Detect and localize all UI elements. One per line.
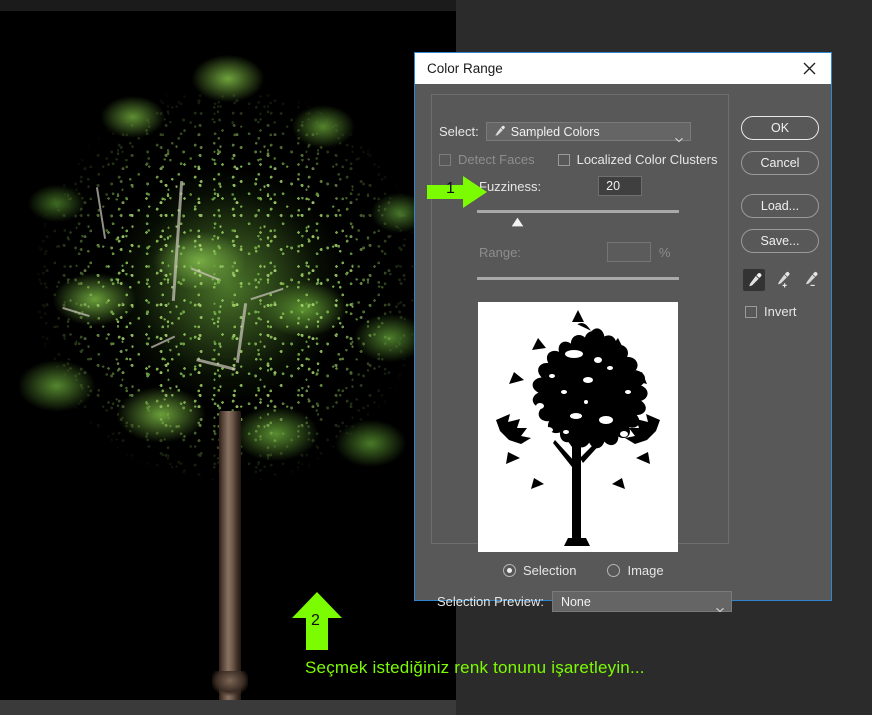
range-slider	[477, 275, 679, 289]
eyedropper-add-icon[interactable]	[771, 269, 793, 291]
fuzziness-slider-track	[477, 210, 679, 213]
select-label: Select:	[439, 124, 479, 139]
load-button[interactable]: Load...	[741, 194, 819, 218]
color-range-dialog: Color Range Select: Sampled Colors Detec…	[414, 52, 832, 612]
image-canvas[interactable]	[0, 11, 456, 700]
range-slider-track	[477, 277, 679, 280]
range-input	[606, 242, 651, 262]
close-icon[interactable]	[787, 53, 831, 84]
range-row: Range: %	[479, 242, 670, 262]
selection-preview-row: Selection Preview: None	[437, 591, 732, 612]
tree-photograph	[0, 11, 456, 700]
ok-button[interactable]: OK	[741, 116, 819, 140]
fuzziness-slider-handle[interactable]	[511, 214, 524, 227]
annotation-caption: Seçmek istediğiniz renk tonunu işaretley…	[305, 658, 645, 677]
save-button[interactable]: Save...	[741, 229, 819, 253]
annotation-arrow-1-number: 1	[446, 180, 455, 197]
select-dropdown[interactable]: Sampled Colors	[485, 122, 691, 142]
fuzziness-label: Fuzziness:	[479, 178, 542, 194]
selection-preview-dropdown[interactable]: None	[551, 591, 732, 612]
detect-faces-checkbox	[439, 153, 451, 166]
tree-trunk-base	[212, 671, 248, 700]
selection-radio-label: Selection	[523, 563, 577, 578]
range-unit: %	[658, 244, 671, 260]
selection-preview-value: None	[560, 594, 591, 609]
invert-checkbox[interactable]	[745, 305, 757, 318]
chevron-down-icon	[716, 599, 724, 612]
selection-preview-thumbnail[interactable]	[478, 302, 678, 552]
eyedropper-icon[interactable]	[743, 269, 765, 291]
select-value: Sampled Colors	[510, 124, 600, 139]
selection-radio[interactable]	[503, 564, 516, 577]
annotation-arrow-2-number: 2	[311, 612, 320, 629]
chevron-down-icon	[674, 129, 683, 142]
dialog-titlebar[interactable]: Color Range	[415, 53, 831, 84]
selection-preview-label: Selection Preview:	[437, 594, 544, 609]
fuzziness-input[interactable]: 20	[598, 176, 643, 196]
image-radio[interactable]	[607, 564, 621, 577]
cancel-button[interactable]: Cancel	[741, 151, 819, 175]
eyedropper-icon	[493, 125, 506, 138]
annotation-arrow-1	[427, 176, 487, 208]
eyedropper-subtract-icon[interactable]	[799, 269, 821, 291]
invert-row: Invert	[745, 304, 797, 319]
canvas-top-strip	[0, 0, 456, 11]
fuzziness-slider[interactable]	[477, 208, 679, 227]
checkbox-row: Detect Faces Localized Color Clusters	[439, 152, 718, 167]
invert-label: Invert	[764, 304, 797, 319]
image-radio-label: Image	[627, 563, 664, 578]
dialog-body: Select: Sampled Colors Detect Faces Loca…	[415, 84, 831, 612]
dialog-title: Color Range	[427, 61, 503, 76]
detect-faces-label: Detect Faces	[458, 152, 535, 167]
tree-trunk	[219, 411, 241, 700]
range-label: Range:	[479, 244, 521, 260]
localized-color-clusters-label: Localized Color Clusters	[576, 152, 718, 167]
eyedropper-toolbar	[743, 269, 821, 291]
preview-mode-row: Selection Image	[503, 563, 664, 578]
localized-color-clusters-checkbox[interactable]	[557, 153, 570, 166]
fuzziness-row: Fuzziness: 20	[479, 176, 643, 196]
screenshot-root: Color Range Select: Sampled Colors Detec…	[0, 0, 872, 715]
canvas-bottom-strip	[0, 700, 456, 715]
select-row: Select: Sampled Colors	[439, 122, 691, 142]
